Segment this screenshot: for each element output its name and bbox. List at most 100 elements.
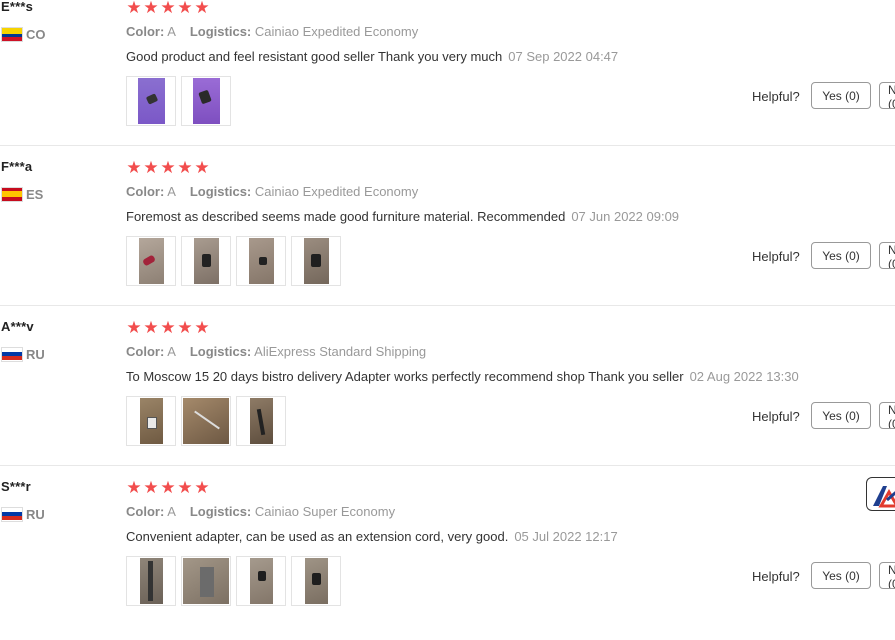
country-code: RU: [26, 506, 45, 522]
star-icon: ★: [126, 318, 142, 337]
star-icon: ★: [177, 318, 193, 337]
star-icon: ★: [160, 158, 176, 177]
reviewer-country: RU: [1, 346, 45, 362]
star-icon: ★: [143, 0, 159, 17]
reviewer-country: CO: [1, 26, 46, 42]
star-icon: ★: [160, 478, 176, 497]
review-text: Foremost as described seems made good fu…: [126, 209, 679, 224]
brand-logo-icon[interactable]: [866, 477, 895, 511]
logistics-value: Cainiao Expedited Economy: [254, 24, 419, 39]
helpful-label: Helpful?: [752, 409, 800, 424]
helpful-no-button[interactable]: No (0): [879, 82, 895, 109]
color-label: Color:: [126, 344, 165, 359]
review-date: 02 Aug 2022 13:30: [689, 369, 799, 384]
flag-icon: [1, 346, 23, 362]
color-value: A: [167, 344, 176, 359]
logistics-value: AliExpress Standard Shipping: [254, 344, 427, 359]
logistics-label: Logistics:: [189, 24, 252, 39]
review-date: 07 Jun 2022 09:09: [571, 209, 680, 224]
review-divider: [0, 145, 895, 146]
review-photo[interactable]: [181, 76, 231, 126]
star-icon: ★: [143, 478, 159, 497]
review-body: Good product and feel resistant good sel…: [126, 49, 503, 64]
country-code: CO: [26, 26, 46, 42]
reviewer-country: ES: [1, 186, 43, 202]
star-icon: ★: [160, 318, 176, 337]
star-icon: ★: [194, 318, 210, 337]
review-text: Good product and feel resistant good sel…: [126, 49, 618, 64]
color-value: A: [167, 24, 176, 39]
helpful-no-button[interactable]: No (0): [879, 402, 895, 429]
review-item: F***a ES ★ ★ ★ ★ ★ Color: A Logistics: Cainia…: [0, 158, 895, 320]
logistics-label: Logistics:: [189, 504, 252, 519]
color-label: Color:: [126, 24, 165, 39]
review-photo[interactable]: [291, 236, 341, 286]
helpful-yes-button[interactable]: Yes (0): [811, 242, 871, 269]
star-icon: ★: [143, 158, 159, 177]
review-meta: Color: A Logistics: Cainiao Expedited Eco…: [126, 24, 418, 39]
helpful-no-button[interactable]: No (0): [879, 242, 895, 269]
review-meta: Color: A Logistics: AliExpress Standard S…: [126, 344, 426, 359]
review-photo[interactable]: [126, 76, 176, 126]
logistics-value: Cainiao Expedited Economy: [254, 184, 419, 199]
review-photo[interactable]: [181, 236, 231, 286]
flag-icon: [1, 26, 23, 42]
reviewer-country: RU: [1, 506, 45, 522]
review-photos: [126, 76, 231, 126]
reviewer-name: S***r: [1, 479, 31, 494]
star-icon: ★: [126, 158, 142, 177]
review-text: Convenient adapter, can be used as an ex…: [126, 529, 618, 544]
star-icon: ★: [126, 0, 142, 17]
review-photo[interactable]: [236, 236, 286, 286]
logistics-label: Logistics:: [189, 184, 252, 199]
star-icon: ★: [177, 0, 193, 17]
star-icon: ★: [177, 158, 193, 177]
helpful-yes-button[interactable]: Yes (0): [811, 82, 871, 109]
color-label: Color:: [126, 184, 165, 199]
review-divider: [0, 465, 895, 466]
star-rating: ★ ★ ★ ★ ★: [126, 158, 210, 178]
review-divider: [0, 305, 895, 306]
reviewer-name: F***a: [1, 159, 33, 174]
star-icon: ★: [143, 318, 159, 337]
review-body: Convenient adapter, can be used as an ex…: [126, 529, 509, 544]
star-icon: ★: [177, 478, 193, 497]
review-date: 07 Sep 2022 04:47: [508, 49, 619, 64]
review-photo[interactable]: [126, 396, 176, 446]
helpful-yes-button[interactable]: Yes (0): [811, 402, 871, 429]
review-body: To Moscow 15 20 days bistro delivery Ada…: [126, 369, 684, 384]
star-icon: ★: [194, 478, 210, 497]
star-rating: ★ ★ ★ ★ ★: [126, 318, 210, 338]
reviewer-name: E***s: [1, 0, 34, 14]
review-body: Foremost as described seems made good fu…: [126, 209, 566, 224]
star-icon: ★: [194, 0, 210, 17]
review-meta: Color: A Logistics: Cainiao Expedited Eco…: [126, 184, 418, 199]
star-rating: ★ ★ ★ ★ ★: [126, 478, 210, 498]
logistics-label: Logistics:: [189, 344, 252, 359]
color-value: A: [167, 504, 176, 519]
color-value: A: [167, 184, 176, 199]
reviewer-name: A***v: [1, 319, 34, 334]
review-photo[interactable]: [181, 396, 231, 446]
helpful-no-button[interactable]: No (0): [879, 562, 895, 589]
helpful-label: Helpful?: [752, 569, 800, 584]
review-item: A***v RU ★ ★ ★ ★ ★ Color: A Logistics: AliExp…: [0, 318, 895, 480]
helpful-yes-button[interactable]: Yes (0): [811, 562, 871, 589]
star-icon: ★: [194, 158, 210, 177]
star-icon: ★: [160, 0, 176, 17]
review-photos: [126, 396, 286, 446]
country-code: RU: [26, 346, 45, 362]
flag-icon: [1, 506, 23, 522]
flag-icon: [1, 186, 23, 202]
review-meta: Color: A Logistics: Cainiao Super Economy: [126, 504, 395, 519]
review-photo[interactable]: [236, 396, 286, 446]
review-photo[interactable]: [126, 236, 176, 286]
helpful-label: Helpful?: [752, 249, 800, 264]
color-label: Color:: [126, 504, 165, 519]
star-rating: ★ ★ ★ ★ ★: [126, 0, 210, 18]
logo-mark: [873, 486, 895, 508]
review-photos: [126, 236, 341, 286]
review-text: To Moscow 15 20 days bistro delivery Ada…: [126, 369, 799, 384]
logistics-value: Cainiao Super Economy: [254, 504, 396, 519]
review-date: 05 Jul 2022 12:17: [514, 529, 618, 544]
